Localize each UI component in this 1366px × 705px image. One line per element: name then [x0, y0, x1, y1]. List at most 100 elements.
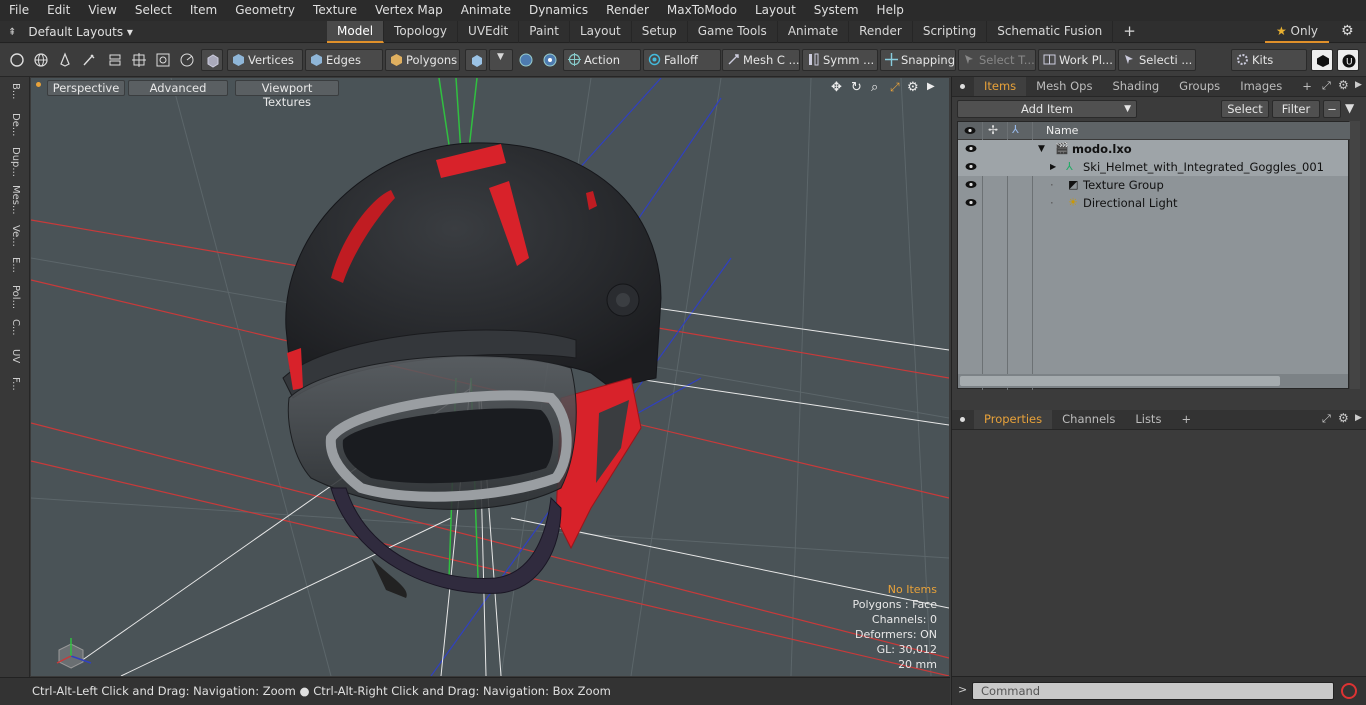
move-icon[interactable] — [128, 49, 150, 71]
strip-tab-edge[interactable]: E... — [5, 257, 21, 281]
tab-mesh-ops[interactable]: Mesh Ops — [1026, 77, 1102, 96]
props-gear-icon[interactable]: ⚙ — [1338, 411, 1349, 425]
menu-view[interactable]: View — [79, 0, 125, 21]
eye-icon[interactable] — [965, 198, 977, 207]
rotate-icon[interactable] — [176, 49, 198, 71]
expand-arrow-icon[interactable]: ▶ — [1050, 158, 1056, 176]
edges-button[interactable]: Edges — [305, 49, 383, 71]
pan-icon[interactable]: ✥ — [831, 80, 842, 95]
tab-items[interactable]: Items — [974, 77, 1027, 96]
settings-gear-icon[interactable]: ⚙ — [1341, 23, 1354, 39]
falloff-button[interactable]: Falloff — [643, 49, 721, 71]
maximize-icon[interactable]: ⤢ — [890, 80, 900, 95]
tab-scripting[interactable]: Scripting — [913, 21, 988, 43]
tab-topology[interactable]: Topology — [384, 21, 459, 43]
eye-icon[interactable] — [965, 144, 977, 153]
globe-icon[interactable] — [30, 49, 52, 71]
select-through-button[interactable]: Select T... — [958, 49, 1036, 71]
visibility-header-icon[interactable] — [964, 126, 976, 135]
layout-arrow-icon[interactable]: ⇞ — [8, 27, 16, 38]
eye-icon[interactable] — [965, 180, 977, 189]
component-mode-icon[interactable] — [201, 49, 223, 71]
unreal-icon[interactable]: U — [1337, 49, 1359, 71]
pen-tool-icon[interactable] — [54, 49, 76, 71]
type-header-icon[interactable]: ⅄ — [1012, 123, 1019, 136]
tab-lists[interactable]: Lists — [1125, 410, 1171, 429]
menu-texture[interactable]: Texture — [304, 0, 366, 21]
tab-shading[interactable]: Shading — [1102, 77, 1169, 96]
tree-row-modo-lxo[interactable]: ▼ 🎬 modo.lxo — [958, 140, 1348, 158]
menu-dynamics[interactable]: Dynamics — [520, 0, 597, 21]
strip-tab-curve[interactable]: C... — [5, 319, 21, 343]
strip-tab-vertex[interactable]: Ve... — [5, 225, 21, 253]
expand-arrow-icon[interactable]: ▼ — [1038, 140, 1045, 158]
select-button[interactable]: Select — [1221, 100, 1269, 118]
snap-gear-icon[interactable] — [515, 49, 537, 71]
strip-tab-duplicate[interactable]: Dup... — [5, 147, 21, 181]
strip-tab-fusion[interactable]: F... — [5, 377, 21, 401]
menu-animate[interactable]: Animate — [452, 0, 520, 21]
menu-vertex-map[interactable]: Vertex Map — [366, 0, 452, 21]
strip-tab-deform[interactable]: De... — [5, 113, 21, 143]
item-mode-icon[interactable] — [465, 49, 487, 71]
add-tab-button[interactable]: + — [1113, 21, 1146, 43]
viewport-menu-arrow-icon[interactable]: ▶ — [927, 81, 935, 92]
snap-target-icon[interactable] — [539, 49, 561, 71]
props-dot-icon[interactable] — [960, 417, 965, 422]
only-toggle[interactable]: ★ Only — [1265, 21, 1329, 43]
add-panel-tab-button[interactable]: + — [1292, 77, 1322, 96]
tab-setup[interactable]: Setup — [632, 21, 688, 43]
tab-game-tools[interactable]: Game Tools — [688, 21, 778, 43]
mesh-constraints-button[interactable]: Mesh C ... — [722, 49, 800, 71]
default-layouts-dropdown[interactable]: Default Layouts ▾ — [28, 25, 133, 39]
strip-tab-uv[interactable]: UV — [5, 349, 21, 373]
unity-icon[interactable] — [1311, 49, 1333, 71]
panel-dot-icon[interactable] — [960, 84, 965, 89]
advanced-button[interactable]: Advanced — [128, 80, 228, 96]
menu-geometry[interactable]: Geometry — [226, 0, 304, 21]
3d-viewport[interactable]: Perspective Advanced Viewport Textures ✥… — [31, 78, 949, 676]
menu-maxtomodo[interactable]: MaxToModo — [658, 0, 746, 21]
menu-select[interactable]: Select — [126, 0, 181, 21]
tree-row-directional-light[interactable]: · ☀ Directional Light — [958, 194, 1348, 212]
tree-row-texture-group[interactable]: · ◩ Texture Group — [958, 176, 1348, 194]
tab-paint[interactable]: Paint — [519, 21, 570, 43]
add-props-tab-button[interactable]: + — [1171, 410, 1201, 429]
action-center-button[interactable]: Action — [563, 49, 641, 71]
tab-properties[interactable]: Properties — [974, 410, 1053, 429]
kits-button[interactable]: Kits — [1231, 49, 1307, 71]
menu-edit[interactable]: Edit — [38, 0, 79, 21]
name-column-header[interactable]: Name — [1046, 124, 1078, 137]
command-input[interactable]: Command — [972, 682, 1334, 700]
menu-render[interactable]: Render — [597, 0, 658, 21]
transform-icon[interactable] — [104, 49, 126, 71]
panel-expand-icon[interactable]: ⤢ — [1322, 79, 1331, 93]
tab-schematic-fusion[interactable]: Schematic Fusion — [987, 21, 1114, 43]
collapse-icon[interactable]: − — [1323, 100, 1341, 118]
filter-button[interactable]: Filter — [1272, 100, 1320, 118]
tab-images[interactable]: Images — [1230, 77, 1292, 96]
menu-system[interactable]: System — [805, 0, 868, 21]
zoom-icon[interactable]: ⌕ — [871, 80, 878, 95]
props-arrow-icon[interactable]: ▶ — [1355, 413, 1362, 423]
tree-vertical-scrollbar[interactable] — [1350, 121, 1360, 389]
vertices-button[interactable]: Vertices — [227, 49, 303, 71]
select-circle-icon[interactable] — [6, 49, 28, 71]
mode-dropdown[interactable]: ▼ — [489, 49, 513, 71]
panel-gear-icon[interactable]: ⚙ — [1338, 78, 1349, 92]
viewport-dot-icon[interactable] — [36, 82, 41, 87]
props-expand-icon[interactable]: ⤢ — [1322, 412, 1331, 426]
menu-item[interactable]: Item — [181, 0, 226, 21]
lock-header-icon[interactable]: ✢ — [988, 123, 998, 137]
tab-groups[interactable]: Groups — [1169, 77, 1230, 96]
tab-model[interactable]: Model — [327, 21, 385, 43]
tab-animate[interactable]: Animate — [778, 21, 850, 43]
tree-horizontal-scrollbar[interactable] — [958, 374, 1348, 388]
menu-file[interactable]: File — [0, 0, 38, 21]
tab-layout[interactable]: Layout — [570, 21, 632, 43]
menu-layout[interactable]: Layout — [746, 0, 805, 21]
scale-icon[interactable] — [152, 49, 174, 71]
viewport-settings-icon[interactable]: ⚙ — [907, 80, 919, 95]
eye-icon[interactable] — [965, 162, 977, 171]
symmetry-button[interactable]: Symm ... — [802, 49, 878, 71]
